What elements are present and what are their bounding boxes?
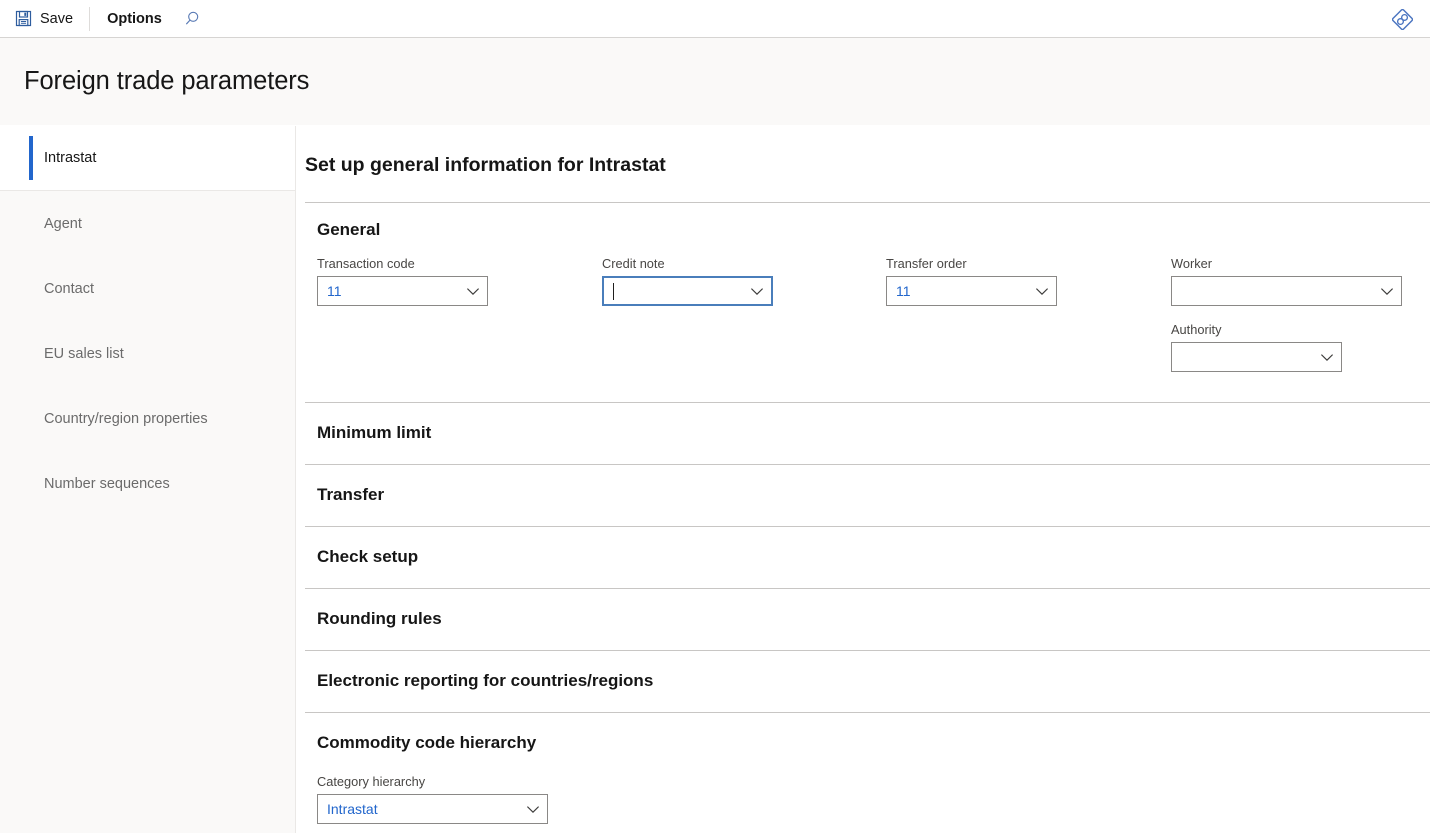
text-caret [613,282,614,300]
page-header-band: Foreign trade parameters [0,38,1430,126]
chevron-down-icon [466,283,480,299]
credit-note-combobox[interactable] [602,276,773,306]
field-transaction-code: Transaction code 11 [317,256,602,372]
section-header-check-setup[interactable]: Check setup [305,527,1430,588]
field-label: Credit note [602,256,665,271]
sidebar-item-contact[interactable]: Contact [0,256,295,321]
section-header-transfer[interactable]: Transfer [305,465,1430,526]
chevron-down-icon [750,283,764,299]
chevron-down-icon [526,801,540,817]
general-fields-row: Transaction code 11 Credit note Transfer… [305,256,1430,402]
field-label: Transaction code [317,256,415,271]
main-head: Set up general information for Intrastat [305,126,1430,203]
transfer-order-combobox[interactable]: 11 [886,276,1057,306]
search-button[interactable] [176,0,212,38]
commodity-fields: Category hierarchy Intrastat [305,774,1430,824]
sidebar-item-agent[interactable]: Agent [0,191,295,256]
worker-combobox[interactable] [1171,276,1402,306]
field-label: Worker [1171,256,1213,271]
command-bar: Save Options [0,0,1430,38]
section-header-rounding-rules[interactable]: Rounding rules [305,589,1430,650]
chevron-down-icon [1035,283,1049,299]
sidebar-item-intrastat[interactable]: Intrastat [0,126,295,191]
field-label: Authority [1171,322,1222,337]
section-header-electronic-reporting[interactable]: Electronic reporting for countries/regio… [305,651,1430,712]
page-body: Intrastat Agent Contact EU sales list Co… [0,126,1430,833]
sidebar-item-label: Intrastat [44,150,97,166]
field-label: Transfer order [886,256,967,271]
field-group-worker-authority: Worker Authority [1171,256,1411,372]
sidebar-item-label: Country/region properties [44,410,208,427]
section-header-commodity-code-hierarchy[interactable]: Commodity code hierarchy [305,713,1430,774]
category-hierarchy-combobox[interactable]: Intrastat [317,794,548,824]
sidebar-item-label: Contact [44,280,94,297]
field-label: Category hierarchy [317,774,426,789]
field-value: 11 [327,283,342,299]
sidebar: Intrastat Agent Contact EU sales list Co… [0,126,296,833]
transaction-code-combobox[interactable]: 11 [317,276,488,306]
chevron-down-icon [1380,283,1394,299]
field-transfer-order: Transfer order 11 [886,256,1171,372]
sidebar-item-label: Number sequences [44,475,170,492]
diamond-app-icon [1391,8,1413,30]
field-value: 11 [896,283,911,299]
main-content: Set up general information for Intrastat… [296,126,1430,833]
sidebar-item-label: EU sales list [44,345,124,362]
sidebar-item-country-region-properties[interactable]: Country/region properties [0,386,295,451]
page-title: Foreign trade parameters [24,67,310,95]
diamond-app-button[interactable] [1384,0,1420,38]
sidebar-item-label: Agent [44,215,82,232]
field-value: Intrastat [327,801,378,817]
toolbar-divider [89,6,91,31]
command-bar-right [1384,0,1420,38]
chevron-down-icon [1320,349,1334,365]
options-button[interactable]: Options [93,0,176,38]
save-button[interactable]: Save [9,0,86,38]
section-header-minimum-limit[interactable]: Minimum limit [305,403,1430,464]
section-header-general[interactable]: General [305,203,1430,256]
sidebar-item-eu-sales-list[interactable]: EU sales list [0,321,295,386]
save-floppy-icon [15,10,32,27]
sidebar-item-number-sequences[interactable]: Number sequences [0,451,295,516]
authority-combobox[interactable] [1171,342,1342,372]
main-title: Set up general information for Intrastat [305,154,666,176]
search-icon [184,9,203,28]
save-button-label: Save [40,10,74,27]
field-credit-note: Credit note [602,256,886,372]
